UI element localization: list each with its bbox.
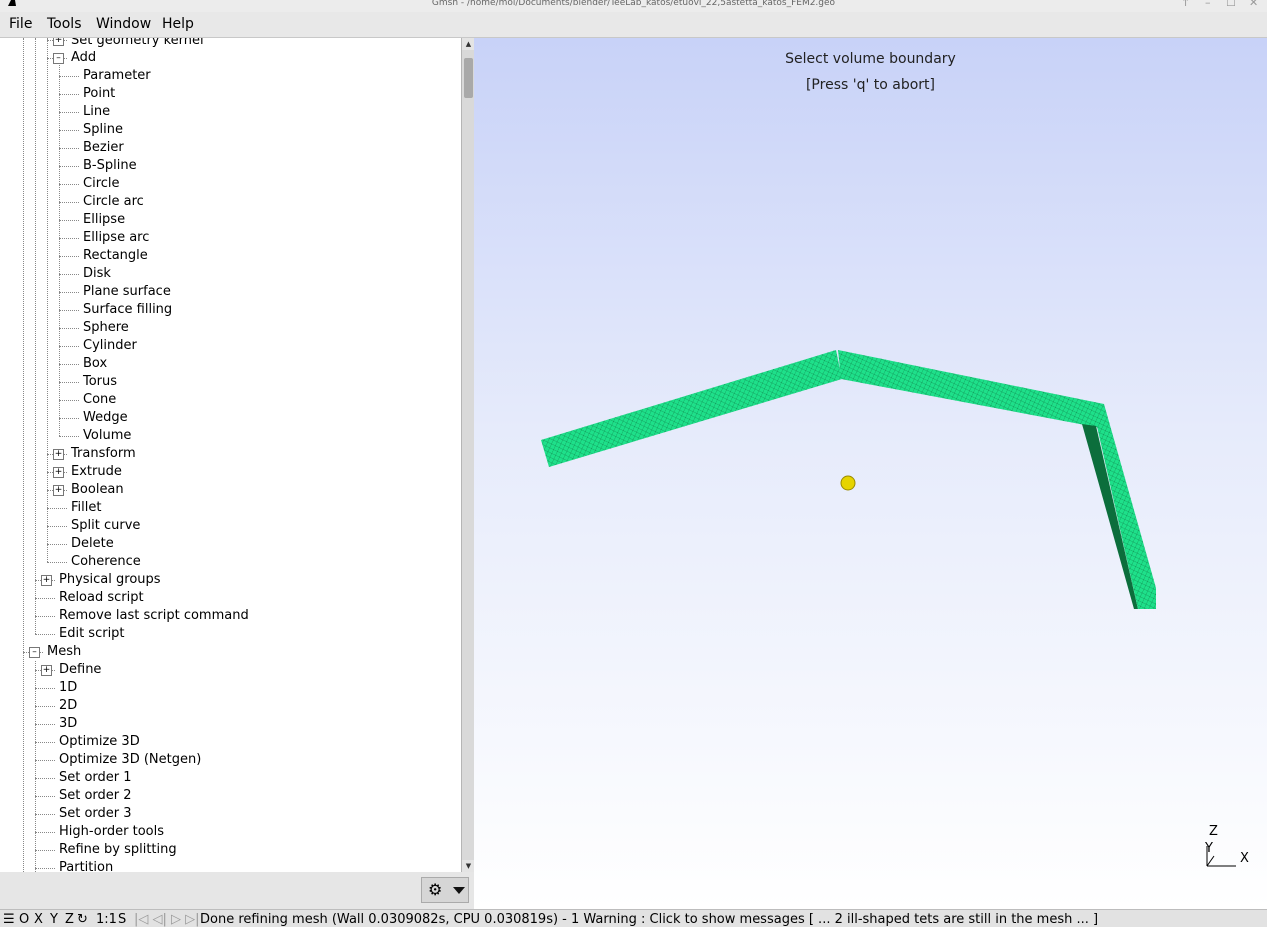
- tree-item-extrude[interactable]: Extrude: [71, 463, 122, 481]
- tree-item-set-order-2[interactable]: Set order 2: [59, 787, 132, 805]
- keep-above-icon[interactable]: ↑: [1181, 0, 1190, 9]
- close-icon[interactable]: ✕: [1249, 0, 1258, 9]
- maximize-icon[interactable]: ☐: [1226, 0, 1236, 9]
- expand-icon[interactable]: +: [53, 485, 64, 496]
- expand-icon[interactable]: +: [53, 38, 64, 46]
- tree-item-high-order-tools[interactable]: High-order tools: [59, 823, 164, 841]
- view-y-button[interactable]: Y: [50, 911, 58, 927]
- tree-item-sphere[interactable]: Sphere: [83, 319, 129, 337]
- tree-item-torus[interactable]: Torus: [83, 373, 117, 391]
- tree-item-1d[interactable]: 1D: [59, 679, 77, 697]
- chevron-down-icon: [453, 887, 465, 894]
- tree-item-ellipse[interactable]: Ellipse: [83, 211, 125, 229]
- tree-item-spline[interactable]: Spline: [83, 121, 123, 139]
- collapse-icon[interactable]: –: [53, 53, 64, 64]
- tree-guide-line: [35, 38, 36, 634]
- status-message[interactable]: Done refining mesh (Wall 0.0309082s, CPU…: [200, 911, 1098, 927]
- gear-icon: ⚙: [428, 880, 443, 899]
- tree-item-transform[interactable]: Transform: [71, 445, 136, 463]
- tree-item-surface-filling[interactable]: Surface filling: [83, 301, 172, 319]
- tree-item-point[interactable]: Point: [83, 85, 115, 103]
- tree-item-split-curve[interactable]: Split curve: [71, 517, 140, 535]
- tree-item-set-order-3[interactable]: Set order 3: [59, 805, 132, 823]
- tree-item-add[interactable]: Add: [71, 49, 96, 67]
- tree-item-fillet[interactable]: Fillet: [71, 499, 101, 517]
- tree-item-2d[interactable]: 2D: [59, 697, 77, 715]
- axis-label-z: Z: [1209, 824, 1218, 839]
- menu-window[interactable]: Window: [96, 16, 151, 32]
- view-x-button[interactable]: X: [34, 911, 43, 927]
- step-navigation-icons[interactable]: |◁ ◁| ▷ ▷|: [134, 911, 200, 927]
- model-view[interactable]: [474, 38, 1267, 909]
- tree-item-boolean[interactable]: Boolean: [71, 481, 124, 499]
- expand-icon[interactable]: +: [53, 449, 64, 460]
- tree-footer: ⚙: [0, 872, 474, 909]
- minimize-icon[interactable]: –: [1205, 0, 1211, 9]
- tree-item-cylinder[interactable]: Cylinder: [83, 337, 137, 355]
- module-tree: + Set geometry kernel – Add Parameter Po…: [0, 38, 462, 872]
- tree-item-bezier[interactable]: Bezier: [83, 139, 124, 157]
- axis-line-y: [1206, 855, 1215, 867]
- beam-left-mesh: [541, 350, 842, 467]
- tree-item-physical-groups[interactable]: Physical groups: [59, 571, 161, 589]
- tree-item-coherence[interactable]: Coherence: [71, 553, 141, 571]
- options-gear-button[interactable]: ⚙: [421, 877, 469, 903]
- expand-icon[interactable]: +: [41, 575, 52, 586]
- expand-icon[interactable]: +: [53, 467, 64, 478]
- expand-icon[interactable]: +: [41, 665, 52, 676]
- tree-item-rectangle[interactable]: Rectangle: [83, 247, 148, 265]
- tree-item-optimize-3d-netgen[interactable]: Optimize 3D (Netgen): [59, 751, 201, 769]
- tree-item-b-spline[interactable]: B-Spline: [83, 157, 137, 175]
- tree-item-define[interactable]: Define: [59, 661, 101, 679]
- tree-item-partition[interactable]: Partition: [59, 859, 113, 872]
- tree-item-set-order-1[interactable]: Set order 1: [59, 769, 132, 787]
- tree-item-edit-script[interactable]: Edit script: [59, 625, 125, 643]
- window-title: Gmsh - /home/mol/Documents/blender/TeeLa…: [431, 0, 836, 8]
- tree-item-circle-arc[interactable]: Circle arc: [83, 193, 144, 211]
- tree-item-delete[interactable]: Delete: [71, 535, 114, 553]
- scrollbar-thumb[interactable]: [464, 58, 473, 98]
- tree-item-cone[interactable]: Cone: [83, 391, 116, 409]
- tree-item-mesh[interactable]: Mesh: [47, 643, 81, 661]
- graphics-viewport[interactable]: Select volume boundary [Press 'q' to abo…: [474, 38, 1267, 909]
- snapshot-s-button[interactable]: S: [118, 911, 126, 927]
- menu-toggle-icon[interactable]: ☰: [3, 911, 15, 927]
- tree-item-optimize-3d[interactable]: Optimize 3D: [59, 733, 140, 751]
- menu-bar: File Tools Window Help: [0, 12, 1267, 38]
- tree-item-wedge[interactable]: Wedge: [83, 409, 128, 427]
- axis-label-y: Y: [1205, 841, 1213, 856]
- tree-item-remove-last-script-command[interactable]: Remove last script command: [59, 607, 249, 625]
- menu-tools[interactable]: Tools: [47, 16, 82, 32]
- tree-item-disk[interactable]: Disk: [83, 265, 111, 283]
- view-z-button[interactable]: Z: [65, 911, 74, 927]
- origin-marker: [840, 475, 856, 491]
- tree-item-box[interactable]: Box: [83, 355, 107, 373]
- collapse-icon[interactable]: –: [29, 647, 40, 658]
- tree-guide-line: [23, 38, 24, 872]
- rotate-icon[interactable]: ↻: [77, 911, 88, 927]
- origin-button[interactable]: O: [19, 911, 29, 927]
- menu-file[interactable]: File: [9, 16, 32, 32]
- tree-guide-line: [35, 661, 36, 872]
- tree-item-ellipse-arc[interactable]: Ellipse arc: [83, 229, 149, 247]
- tree-item-line[interactable]: Line: [83, 103, 110, 121]
- axis-label-x: X: [1240, 851, 1249, 866]
- tree-guide-line: [47, 38, 48, 562]
- tree-item-3d[interactable]: 3D: [59, 715, 77, 733]
- tree-item-reload-script[interactable]: Reload script: [59, 589, 144, 607]
- status-bar: ☰ O X Y Z ↻ 1:1 S |◁ ◁| ▷ ▷| Done refini…: [0, 909, 1267, 927]
- menu-help[interactable]: Help: [162, 16, 194, 32]
- tree-item-circle[interactable]: Circle: [83, 175, 120, 193]
- tree-guide-line: [59, 65, 60, 436]
- tree-item-parameter[interactable]: Parameter: [83, 67, 151, 85]
- beam-top-right-mesh: [838, 350, 1104, 428]
- scale-1-1-button[interactable]: 1:1: [96, 911, 117, 927]
- tree-scrollbar[interactable]: ▲ ▼: [461, 38, 475, 872]
- tree-item-plane-surface[interactable]: Plane surface: [83, 283, 171, 301]
- tree-item-refine-by-splitting[interactable]: Refine by splitting: [59, 841, 177, 859]
- tree-item-volume[interactable]: Volume: [83, 427, 131, 445]
